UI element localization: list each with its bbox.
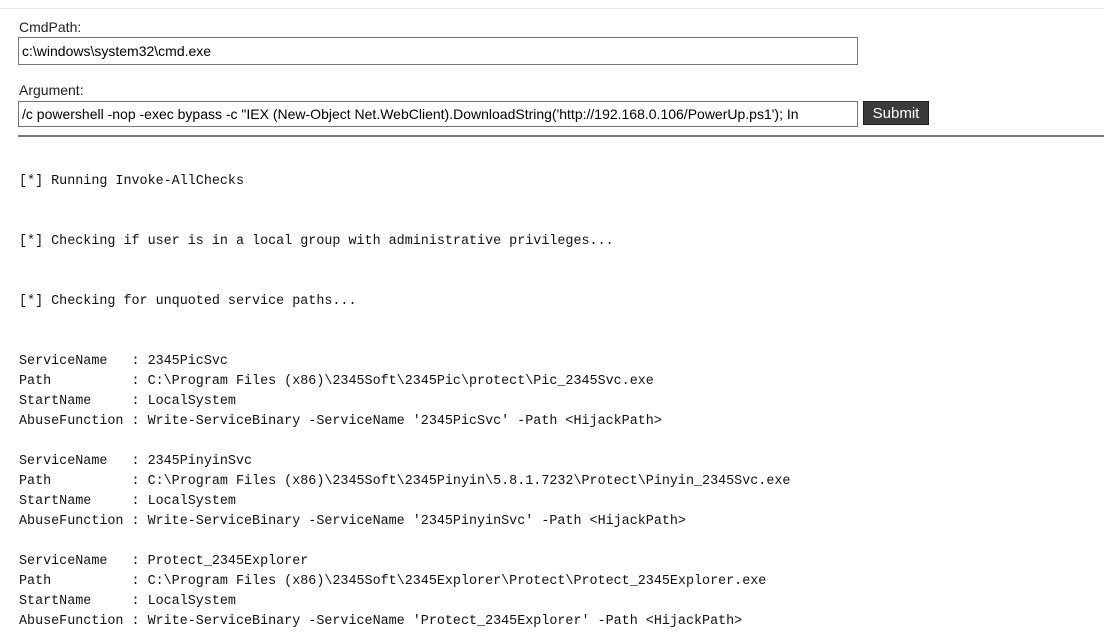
cmdpath-label: CmdPath:	[19, 19, 82, 35]
service-name-line: ServiceName : 2345PinyinSvc	[19, 454, 253, 469]
service-startname-line: StartName : LocalSystem	[19, 394, 236, 409]
service-abuse-line: AbuseFunction : Write-ServiceBinary -Ser…	[19, 414, 662, 429]
argument-input[interactable]	[18, 101, 858, 127]
argument-label: Argument:	[19, 82, 84, 98]
service-startname-line: StartName : LocalSystem	[19, 594, 236, 609]
top-divider	[0, 8, 1104, 9]
service-path-line: Path : C:\Program Files (x86)\2345Soft\2…	[19, 374, 654, 389]
output-line: [*] Checking for unquoted service paths.…	[19, 294, 357, 309]
cmdpath-input[interactable]	[18, 37, 858, 65]
service-path-line: Path : C:\Program Files (x86)\2345Soft\2…	[19, 574, 767, 589]
command-output: [*] Running Invoke-AllChecks [*] Checkin…	[19, 172, 1099, 632]
submit-button[interactable]: Submit	[863, 101, 929, 125]
service-abuse-line: AbuseFunction : Write-ServiceBinary -Ser…	[19, 514, 686, 529]
service-name-line: ServiceName : Protect_2345Explorer	[19, 554, 309, 569]
service-abuse-line: AbuseFunction : Write-ServiceBinary -Ser…	[19, 614, 743, 629]
service-name-line: ServiceName : 2345PicSvc	[19, 354, 228, 369]
output-separator	[18, 135, 1104, 137]
service-path-line: Path : C:\Program Files (x86)\2345Soft\2…	[19, 474, 791, 489]
output-line: [*] Running Invoke-AllChecks	[19, 174, 244, 189]
output-line: [*] Checking if user is in a local group…	[19, 234, 614, 249]
service-startname-line: StartName : LocalSystem	[19, 494, 236, 509]
